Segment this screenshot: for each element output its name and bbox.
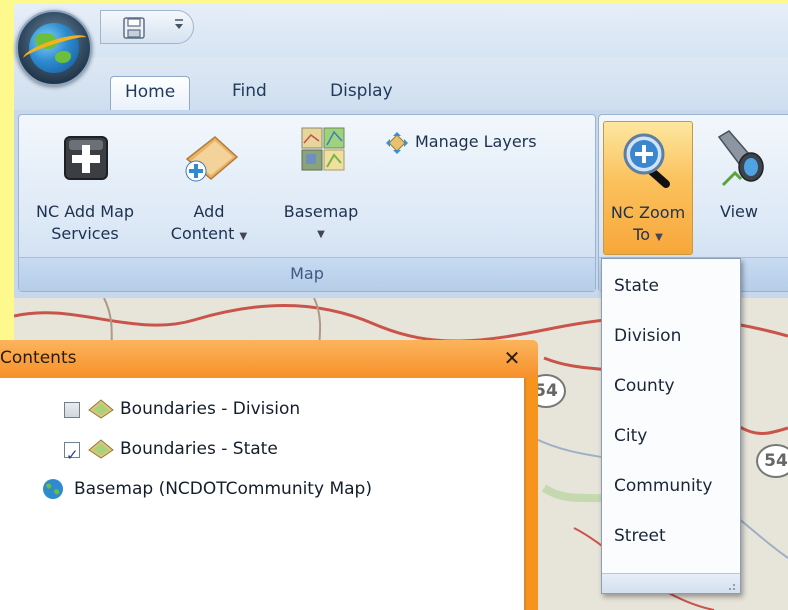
tab-find[interactable]: Find bbox=[218, 76, 281, 110]
floppy-disk-icon bbox=[123, 17, 145, 39]
map-group-label: Map bbox=[19, 257, 595, 291]
plus-in-box-icon bbox=[64, 136, 108, 180]
checkmark-icon: ✓ bbox=[66, 446, 79, 464]
contents-header[interactable]: Contents ✕ bbox=[0, 340, 538, 378]
layer-diamond-icon bbox=[88, 439, 114, 459]
customize-toolbar-button[interactable] bbox=[170, 14, 188, 34]
layer-add-icon bbox=[185, 136, 239, 182]
menu-item-city[interactable]: City bbox=[602, 411, 740, 461]
view-button[interactable]: View bbox=[699, 121, 779, 255]
tab-display[interactable]: Display bbox=[316, 76, 407, 110]
nc-zoom-to-button[interactable]: NC Zoom To ▼ bbox=[603, 121, 693, 255]
layer-visibility-checkbox[interactable] bbox=[64, 402, 80, 418]
layer-diamond-icon bbox=[88, 399, 114, 419]
menu-footer bbox=[602, 573, 740, 593]
chevron-down-icon: ▼ bbox=[317, 229, 325, 240]
ribbon-tab-bar: Home Find Display bbox=[14, 58, 788, 110]
globe-icon bbox=[43, 479, 63, 499]
resize-grip-icon[interactable] bbox=[726, 581, 736, 591]
chevron-down-icon: ▼ bbox=[239, 231, 248, 242]
chevron-down-icon: ▼ bbox=[655, 232, 663, 243]
basemap-tiles-icon bbox=[301, 127, 345, 171]
close-icon[interactable]: ✕ bbox=[500, 344, 524, 372]
add-content-button[interactable]: Add Content ▼ bbox=[157, 121, 261, 255]
tree-item-basemap: Basemap (NCDOTCommunity Map) bbox=[42, 474, 502, 504]
contents-pane: Contents ✕ Boundaries - Division ✓ Bound… bbox=[0, 340, 538, 610]
layer-arrows-icon bbox=[386, 132, 408, 154]
zoom-to-menu: State Division County City Community Str… bbox=[601, 258, 741, 594]
tab-home[interactable]: Home bbox=[110, 76, 191, 110]
contents-title: Contents bbox=[0, 348, 77, 368]
contents-tree: Boundaries - Division ✓ Boundaries - Sta… bbox=[0, 378, 526, 610]
application-menu-button[interactable] bbox=[16, 10, 92, 86]
layer-visibility-checkbox[interactable]: ✓ bbox=[64, 442, 80, 464]
chevron-down-icon bbox=[175, 19, 183, 29]
tree-item-boundaries-state: ✓ Boundaries - State bbox=[64, 434, 464, 464]
menu-item-county[interactable]: County bbox=[602, 361, 740, 411]
tree-item-boundaries-division: Boundaries - Division bbox=[64, 394, 464, 424]
binoculars-icon bbox=[717, 130, 764, 187]
save-button[interactable] bbox=[120, 14, 146, 40]
magnifier-icon bbox=[623, 133, 670, 188]
manage-layers-button[interactable]: Manage Layers bbox=[385, 129, 581, 159]
menu-item-street[interactable]: Street bbox=[602, 511, 740, 561]
map-group: NC Add Map Services Add Content ▼ Basema… bbox=[18, 114, 596, 292]
route-shield: 54 bbox=[756, 444, 788, 478]
nc-add-map-services-button[interactable]: NC Add Map Services bbox=[23, 121, 147, 255]
menu-item-state[interactable]: State bbox=[602, 261, 740, 311]
basemap-button[interactable]: Basemap ▼ bbox=[267, 121, 375, 255]
menu-item-division[interactable]: Division bbox=[602, 311, 740, 361]
menu-item-community[interactable]: Community bbox=[602, 461, 740, 511]
